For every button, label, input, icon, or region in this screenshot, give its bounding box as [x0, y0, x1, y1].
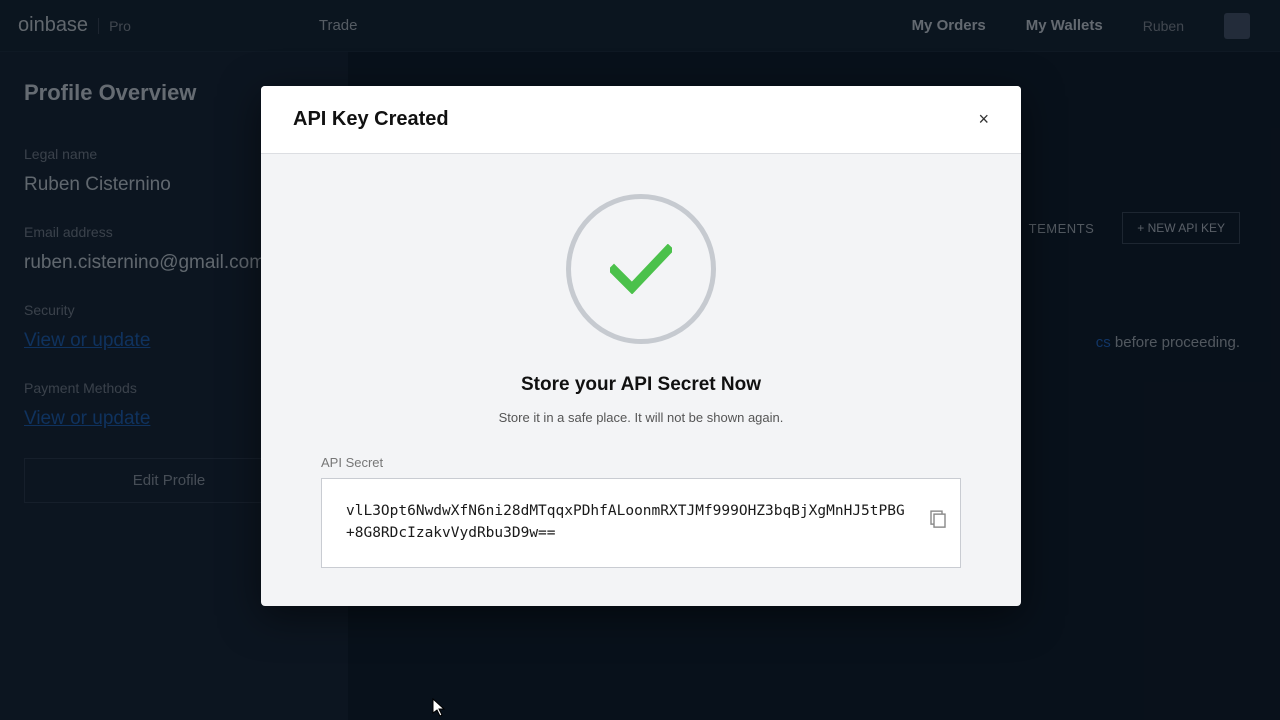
api-secret-value[interactable]: vlL3Opt6NwdwXfN6ni28dMTqqxPDhfALoonmRXTJ…	[346, 503, 905, 541]
store-subtitle: Store it in a safe place. It will not be…	[321, 410, 961, 425]
store-title: Store your API Secret Now	[321, 374, 961, 396]
close-icon[interactable]: ×	[978, 109, 989, 130]
copy-icon[interactable]	[928, 510, 946, 536]
modal-title: API Key Created	[293, 108, 449, 131]
checkmark-icon	[610, 244, 672, 294]
success-check-icon	[566, 194, 716, 344]
api-key-created-modal: API Key Created × Store your API Secret …	[261, 86, 1021, 606]
api-secret-box: vlL3Opt6NwdwXfN6ni28dMTqqxPDhfALoonmRXTJ…	[321, 478, 961, 568]
api-secret-label: API Secret	[321, 455, 961, 470]
